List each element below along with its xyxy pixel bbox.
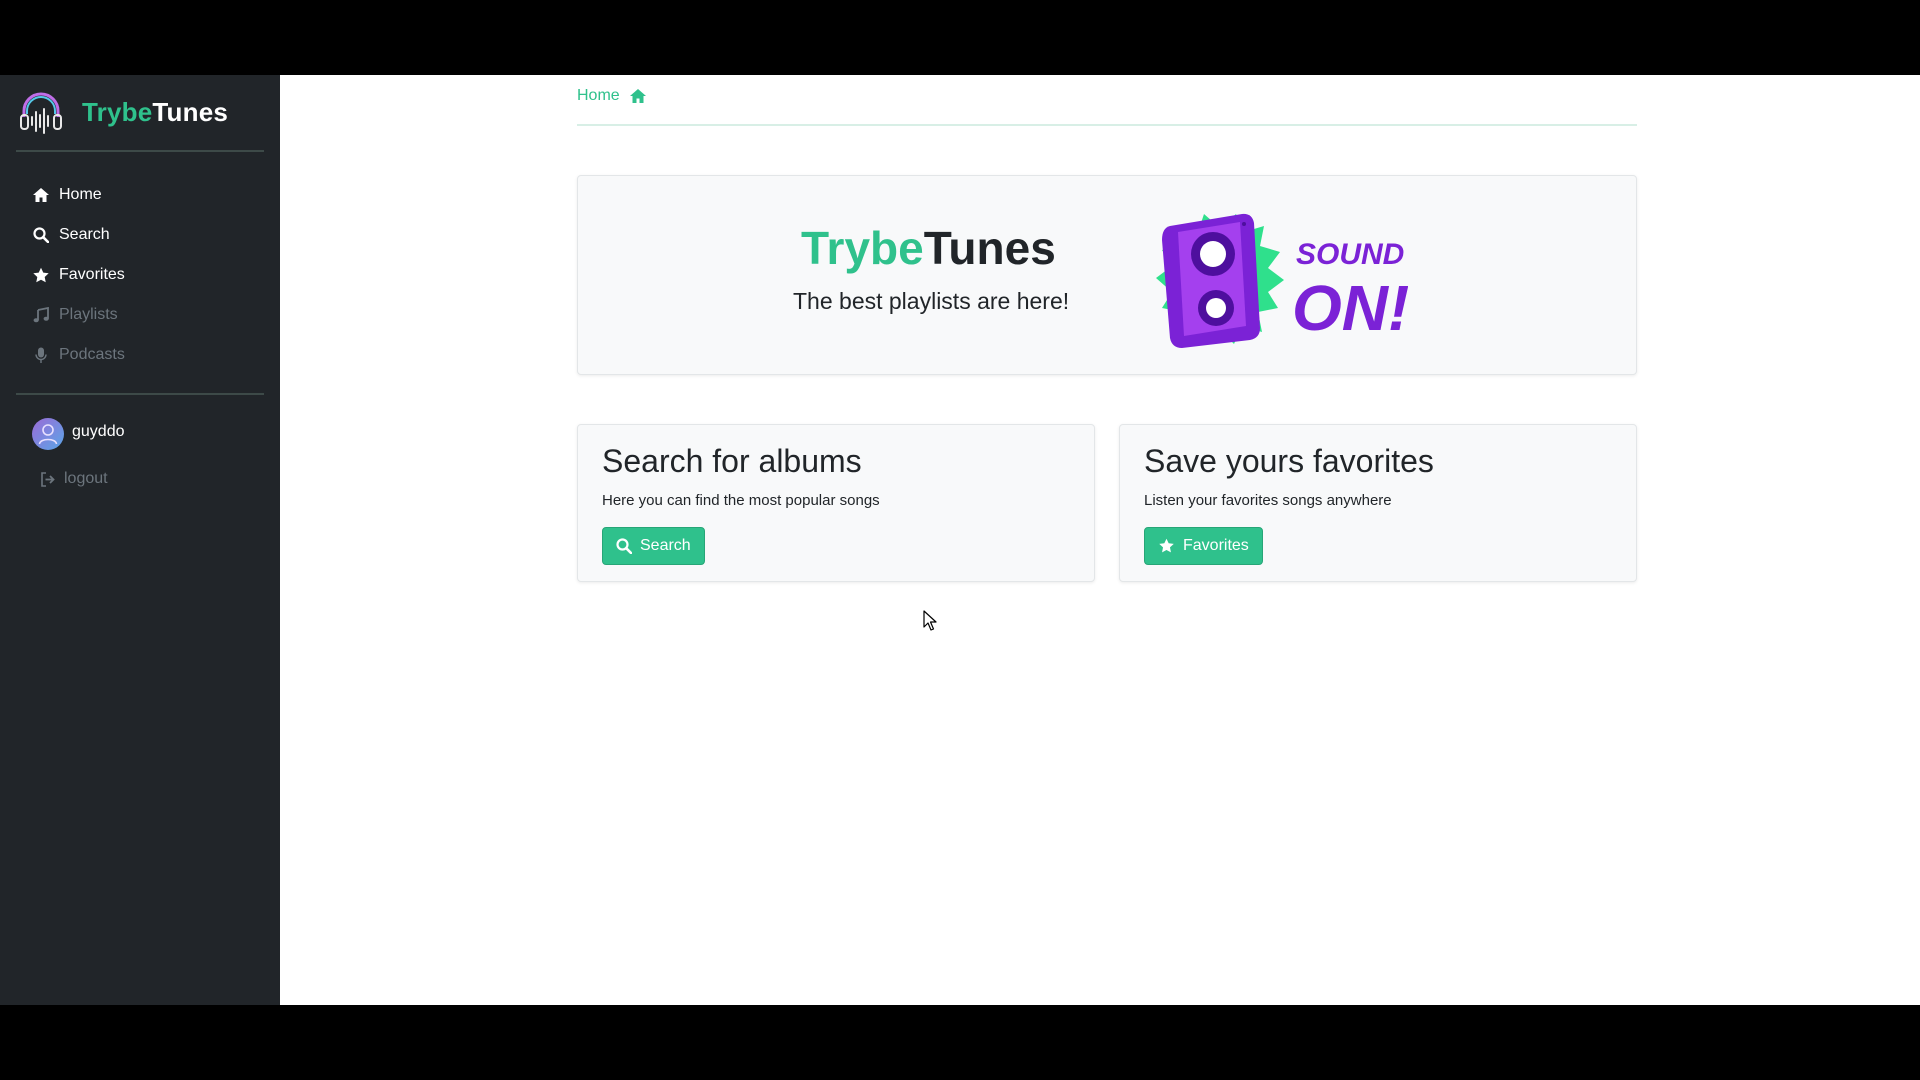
favorites-button[interactable]: Favorites <box>1144 527 1263 565</box>
card-text: Here you can find the most popular songs <box>602 492 880 509</box>
logout-label: logout <box>64 470 108 487</box>
brand-name-rest: Tunes <box>152 96 229 127</box>
hero-title: TrybeTunes <box>801 221 1056 275</box>
letterbox-bottom <box>0 1005 1920 1080</box>
sidebar-divider <box>16 393 264 395</box>
brand[interactable]: TrybeTunes <box>16 87 228 137</box>
sidebar-item-podcasts[interactable]: Podcasts <box>32 335 262 375</box>
brand-name-accent: Trybe <box>82 96 153 127</box>
button-label: Favorites <box>1183 537 1249 554</box>
sidebar-item-playlists[interactable]: Playlists <box>32 295 262 335</box>
search-icon <box>32 226 50 244</box>
button-label: Search <box>640 537 691 554</box>
user-profile[interactable]: guyddo <box>32 418 125 450</box>
sidebar-item-home[interactable]: Home <box>32 175 262 215</box>
star-icon <box>32 266 50 284</box>
username: guyddo <box>72 423 125 440</box>
brand-name: TrybeTunes <box>82 97 228 128</box>
hero-title-rest: Tunes <box>923 222 1056 274</box>
mouse-cursor-icon <box>923 610 937 631</box>
hero-title-accent: Trybe <box>801 222 924 274</box>
sound-on-speaker-illustration: SOUND ON! <box>1156 213 1408 348</box>
card-save-favorites: Save yours favorites Listen your favorit… <box>1119 424 1637 582</box>
app-window: TrybeTunes Home Search Favorites Playlis… <box>0 75 1920 1005</box>
logout-icon <box>40 471 56 487</box>
breadcrumb-divider <box>577 124 1637 126</box>
sidebar-item-label: Playlists <box>59 306 118 323</box>
sidebar-item-label: Search <box>59 226 110 243</box>
sidebar-divider <box>16 150 264 152</box>
search-button[interactable]: Search <box>602 527 705 565</box>
card-search-albums: Search for albums Here you can find the … <box>577 424 1095 582</box>
main-content: Home TrybeTunes The best playlists are h… <box>280 75 1920 1005</box>
card-title: Search for albums <box>602 443 862 479</box>
hero-banner: TrybeTunes The best playlists are here! … <box>577 175 1637 375</box>
home-icon <box>629 88 647 104</box>
avatar <box>32 418 64 450</box>
music-note-icon <box>32 306 50 324</box>
home-icon <box>32 186 50 204</box>
card-title: Save yours favorites <box>1144 443 1434 479</box>
breadcrumb[interactable]: Home <box>577 87 647 105</box>
sidebar-item-label: Podcasts <box>59 346 125 363</box>
sidebar-item-label: Home <box>59 186 102 203</box>
sidebar-item-favorites[interactable]: Favorites <box>32 255 262 295</box>
sidebar-nav: Home Search Favorites Playlists Podcasts <box>32 175 262 375</box>
headphones-logo-icon <box>20 92 62 134</box>
logout-link[interactable]: logout <box>40 470 108 488</box>
star-icon <box>1158 538 1175 554</box>
sidebar-item-search[interactable]: Search <box>32 215 262 255</box>
breadcrumb-home[interactable]: Home <box>577 87 620 105</box>
sidebar-item-label: Favorites <box>59 266 125 283</box>
card-text: Listen your favorites songs anywhere <box>1144 492 1392 509</box>
letterbox-top <box>0 0 1920 75</box>
microphone-icon <box>32 346 50 364</box>
sidebar: TrybeTunes Home Search Favorites Playlis… <box>0 75 280 1005</box>
hero-subtitle: The best playlists are here! <box>793 288 1070 314</box>
art-text-sound: SOUND <box>1296 238 1404 271</box>
search-icon <box>616 538 632 554</box>
art-text-on: ON! <box>1292 272 1408 344</box>
